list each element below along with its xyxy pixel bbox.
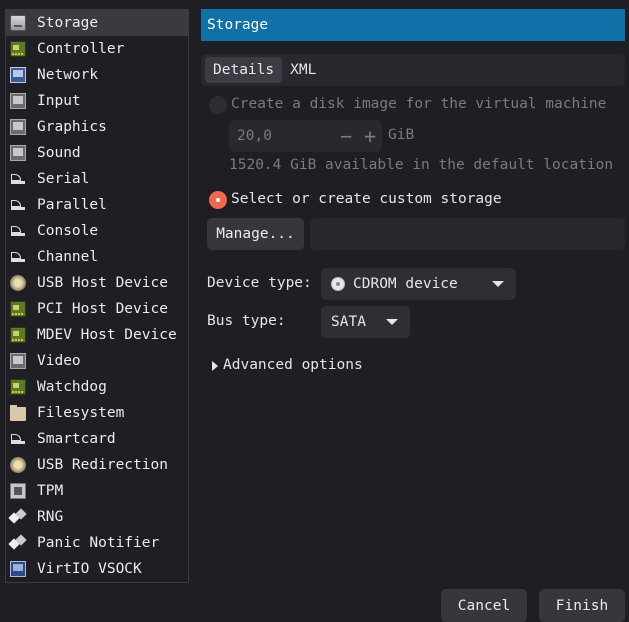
device-type-value: CDROM device	[353, 276, 458, 292]
decrement-icon[interactable]: −	[334, 126, 358, 146]
rng-dice-icon	[10, 509, 26, 525]
manage-button[interactable]: Manage...	[207, 218, 304, 250]
device-type-label: Device type:	[207, 275, 312, 291]
sidebar-item-label: Watchdog	[37, 379, 107, 395]
sidebar-item-panic-notifier[interactable]: Panic Notifier	[6, 530, 188, 556]
disk-size-unit: GiB	[388, 127, 415, 143]
sidebar-item-storage[interactable]: Storage	[6, 10, 188, 36]
disk-size-stepper[interactable]: 20,0 − +	[229, 120, 382, 152]
sidebar-item-label: Graphics	[37, 119, 107, 135]
tab-xml[interactable]: XML	[282, 57, 324, 83]
add-hardware-dialog: Storage Controller Network Input Graphic…	[0, 0, 629, 622]
watchdog-card-icon	[10, 379, 26, 395]
controller-card-icon	[10, 41, 26, 57]
sidebar-item-label: Panic Notifier	[37, 535, 160, 551]
serial-port-icon	[10, 171, 26, 187]
cdrom-icon	[331, 277, 345, 291]
smartcard-icon	[10, 431, 26, 447]
custom-storage-label: Select or create custom storage	[231, 191, 502, 207]
panic-notifier-icon	[10, 535, 26, 551]
sidebar-item-video[interactable]: Video	[6, 348, 188, 374]
expander-arrow-icon[interactable]	[212, 361, 218, 371]
sidebar-item-label: RNG	[37, 509, 64, 525]
sidebar-item-label: Sound	[37, 145, 81, 161]
sidebar-item-pci-host-device[interactable]: PCI Host Device	[6, 296, 188, 322]
sidebar-item-label: Controller	[37, 41, 125, 57]
sidebar-item-filesystem[interactable]: Filesystem	[6, 400, 188, 426]
network-icon	[10, 67, 26, 83]
storage-path-input[interactable]	[310, 218, 625, 250]
console-icon	[10, 223, 26, 239]
disk-icon	[10, 15, 26, 31]
sidebar-item-controller[interactable]: Controller	[6, 36, 188, 62]
advanced-options-expander[interactable]: Advanced options	[223, 357, 363, 373]
sidebar-item-rng[interactable]: RNG	[6, 504, 188, 530]
sidebar-item-network[interactable]: Network	[6, 62, 188, 88]
graphics-icon	[10, 119, 26, 135]
sidebar-item-label: Serial	[37, 171, 90, 187]
folder-icon	[10, 405, 26, 421]
sidebar-item-label: PCI Host Device	[37, 301, 168, 317]
pci-card-icon	[10, 301, 26, 317]
sidebar-item-graphics[interactable]: Graphics	[6, 114, 188, 140]
sidebar-item-sound[interactable]: Sound	[6, 140, 188, 166]
available-space-text: 1520.4 GiB available in the default loca…	[229, 157, 614, 173]
hardware-list[interactable]: Storage Controller Network Input Graphic…	[5, 9, 189, 583]
create-disk-label: Create a disk image for the virtual mach…	[231, 96, 607, 112]
sidebar-item-serial[interactable]: Serial	[6, 166, 188, 192]
channel-icon	[10, 249, 26, 265]
sidebar-item-console[interactable]: Console	[6, 218, 188, 244]
sidebar-item-label: Video	[37, 353, 81, 369]
chip-icon	[10, 483, 26, 499]
sidebar-item-label: Storage	[37, 15, 99, 31]
chevron-down-icon	[386, 319, 398, 325]
parallel-port-icon	[10, 197, 26, 213]
input-device-icon	[10, 93, 26, 109]
bus-type-label: Bus type:	[207, 313, 286, 329]
page-title: Storage	[201, 9, 625, 41]
increment-icon[interactable]: +	[358, 126, 382, 146]
sidebar-item-virtio-vsock[interactable]: VirtIO VSOCK	[6, 556, 188, 582]
sidebar-item-label: VirtIO VSOCK	[37, 561, 142, 577]
tab-bar: Details XML	[201, 54, 625, 86]
sidebar-item-label: MDEV Host Device	[37, 327, 177, 343]
sidebar-item-label: Input	[37, 93, 81, 109]
chevron-down-icon	[492, 281, 504, 287]
tab-details[interactable]: Details	[205, 57, 283, 83]
sidebar-item-label: Parallel	[37, 197, 107, 213]
sidebar-item-label: TPM	[37, 483, 64, 499]
finish-button[interactable]: Finish	[539, 589, 625, 622]
sidebar-item-label: USB Redirection	[37, 457, 168, 473]
sidebar-item-channel[interactable]: Channel	[6, 244, 188, 270]
sidebar-item-label: Filesystem	[37, 405, 125, 421]
sidebar-item-label: Network	[37, 67, 99, 83]
usb-icon	[10, 275, 26, 291]
cancel-button[interactable]: Cancel	[441, 589, 527, 622]
sidebar-item-label: Smartcard	[37, 431, 116, 447]
bus-type-value: SATA	[331, 314, 366, 330]
sidebar-item-usb-redirection[interactable]: USB Redirection	[6, 452, 188, 478]
device-type-select[interactable]: CDROM device	[321, 268, 516, 300]
sidebar-item-label: USB Host Device	[37, 275, 168, 291]
create-disk-radio[interactable]	[209, 96, 227, 114]
sidebar-item-input[interactable]: Input	[6, 88, 188, 114]
sidebar-item-tpm[interactable]: TPM	[6, 478, 188, 504]
sidebar-item-watchdog[interactable]: Watchdog	[6, 374, 188, 400]
sidebar-item-parallel[interactable]: Parallel	[6, 192, 188, 218]
video-icon	[10, 353, 26, 369]
sidebar-item-label: Console	[37, 223, 99, 239]
sidebar-item-label: Channel	[37, 249, 99, 265]
mdev-card-icon	[10, 327, 26, 343]
vsock-icon	[10, 561, 26, 577]
sidebar-item-smartcard[interactable]: Smartcard	[6, 426, 188, 452]
sidebar-item-usb-host-device[interactable]: USB Host Device	[6, 270, 188, 296]
sidebar-item-mdev-host-device[interactable]: MDEV Host Device	[6, 322, 188, 348]
custom-storage-radio[interactable]	[209, 191, 227, 209]
bus-type-select[interactable]: SATA	[321, 306, 410, 338]
sound-icon	[10, 145, 26, 161]
usb-redirection-icon	[10, 457, 26, 473]
disk-size-value[interactable]: 20,0	[229, 128, 334, 144]
